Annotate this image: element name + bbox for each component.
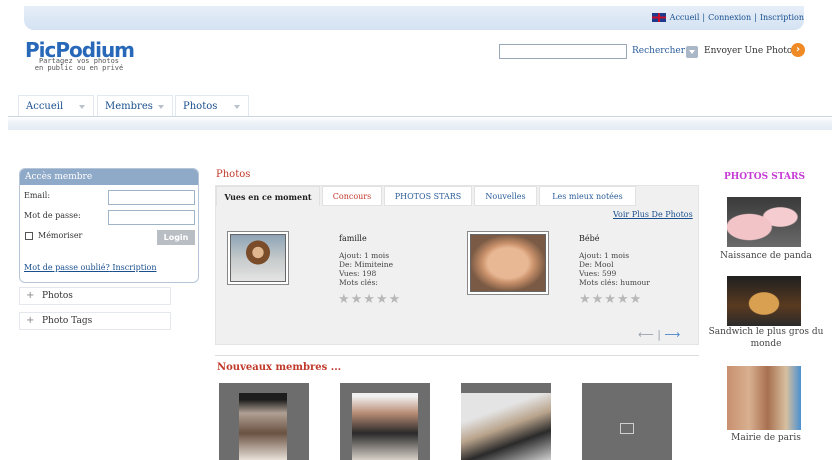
member-login-box: Accès membre Email: Mot de passe: Mémori… (19, 168, 199, 283)
navbar-band (8, 116, 832, 130)
image-placeholder-icon (620, 423, 634, 434)
nav-label: Accueil (26, 101, 64, 112)
member-avatar[interactable] (219, 383, 309, 460)
tab-vues-en-ce-moment[interactable]: Vues en ce moment (216, 186, 320, 206)
chevron-down-icon (689, 50, 695, 54)
new-members-title: Nouveaux membres ... (217, 362, 342, 373)
password-label: Mot de passe: (24, 211, 81, 220)
star-caption[interactable]: Sandwich le plus gros du monde (704, 326, 828, 350)
photo-title[interactable]: Bébé (579, 234, 599, 243)
nav-accueil[interactable]: Accueil (18, 95, 94, 116)
search-input[interactable] (499, 44, 627, 59)
member-photo (352, 393, 418, 460)
logo-tagline: Partagez vos photos en public ou en priv… (34, 58, 124, 72)
carousel-arrows: ⟵ | ⟶ (638, 328, 680, 341)
top-link-home[interactable]: Accueil (670, 13, 700, 22)
remember-checkbox[interactable] (25, 232, 33, 240)
email-field[interactable] (108, 190, 195, 205)
carousel-divider: | (657, 328, 661, 341)
member-photo (461, 393, 551, 460)
rating-stars[interactable]: ★★★★★ (338, 292, 401, 307)
chevron-down-icon (79, 105, 85, 109)
search-dropdown[interactable] (686, 46, 698, 58)
member-avatar[interactable] (340, 383, 430, 460)
remember-label: Mémoriser (38, 231, 83, 240)
nav-membres[interactable]: Membres (97, 95, 173, 116)
photo-tags: Mots clés: humour (579, 278, 650, 287)
search-button[interactable]: Rechercher (632, 46, 685, 56)
upload-arrow-icon[interactable]: › (791, 43, 805, 57)
top-links: Accueil | Connexion | Inscription (651, 13, 804, 22)
star-caption[interactable]: Naissance de panda (704, 250, 828, 262)
top-link-login[interactable]: Connexion (708, 13, 751, 22)
more-photos-link[interactable]: Voir Plus De Photos (613, 210, 693, 219)
nav-label: Photos (183, 101, 218, 112)
photo-views: Vues: 599 (579, 269, 617, 278)
section-divider (215, 355, 699, 356)
top-link-separator: | (702, 13, 706, 22)
star-photo[interactable] (727, 366, 801, 430)
login-button[interactable]: Login (157, 230, 195, 245)
email-label: Email: (24, 191, 51, 200)
logo-tagline-line-2: en public ou en privé (34, 64, 124, 72)
tab-mieux-notees[interactable]: Les mieux notées (539, 186, 636, 206)
photo-views: Vues: 198 (339, 269, 377, 278)
sidebar-item-photo-tags[interactable]: + Photo Tags (19, 312, 171, 330)
password-field[interactable] (108, 210, 195, 225)
forgot-password-link[interactable]: Mot de passe oublié? (24, 263, 110, 272)
nav-label: Membres (105, 101, 153, 112)
photo-meta: Ajout: 1 mois De: Mool Vues: 599 Mots cl… (579, 251, 650, 287)
uk-flag-icon[interactable] (651, 13, 666, 22)
chevron-down-icon (234, 105, 240, 109)
star-photo[interactable] (727, 276, 801, 326)
top-link-separator: | (754, 13, 757, 22)
photo-thumbnail[interactable] (227, 231, 289, 285)
tab-nouvelles[interactable]: Nouvelles (474, 186, 537, 206)
stars-column-title: PHOTOS STARS (724, 172, 805, 182)
sidebar-item-label: Photos (42, 291, 73, 301)
photo-image (470, 234, 546, 292)
photo-added: Ajout: 1 mois (579, 251, 630, 260)
photo-image (230, 234, 286, 282)
chevron-down-icon (158, 105, 164, 109)
member-avatar[interactable] (582, 383, 672, 460)
star-caption[interactable]: Mairie de paris (704, 432, 828, 444)
photo-title[interactable]: famille (339, 234, 367, 243)
photo-added: Ajout: 1 mois (339, 251, 390, 260)
photo-author: De: Mimiteine (339, 260, 394, 269)
photo-author: De: Mool (579, 260, 614, 269)
send-photo-link[interactable]: Envoyer Une Photo (704, 46, 792, 56)
member-avatar[interactable] (461, 383, 551, 460)
arrow-left-icon[interactable]: ⟵ (638, 328, 654, 341)
photos-section-title: Photos (216, 169, 251, 180)
sidebar-item-label: Photo Tags (42, 316, 93, 326)
arrow-right-icon[interactable]: ⟶ (665, 328, 681, 341)
member-photo (239, 393, 287, 460)
register-link[interactable]: Inscription (112, 263, 156, 272)
member-box-title: Accès membre (20, 169, 198, 185)
tab-photos-stars[interactable]: PHOTOS STARS (384, 186, 472, 206)
plus-icon: + (26, 315, 35, 326)
nav-photos[interactable]: Photos (175, 95, 249, 116)
star-photo[interactable] (727, 197, 801, 247)
tab-concours[interactable]: Concours (322, 186, 382, 206)
photo-tags: Mots clés: (339, 278, 378, 287)
plus-icon: + (26, 290, 35, 301)
top-link-register[interactable]: Inscription (760, 13, 804, 22)
rating-stars[interactable]: ★★★★★ (579, 292, 642, 307)
photo-thumbnail[interactable] (467, 231, 549, 295)
member-links: Mot de passe oublié? Inscription (24, 263, 156, 272)
photo-meta: Ajout: 1 mois De: Mimiteine Vues: 198 Mo… (339, 251, 393, 287)
sidebar-item-photos[interactable]: + Photos (19, 287, 171, 305)
